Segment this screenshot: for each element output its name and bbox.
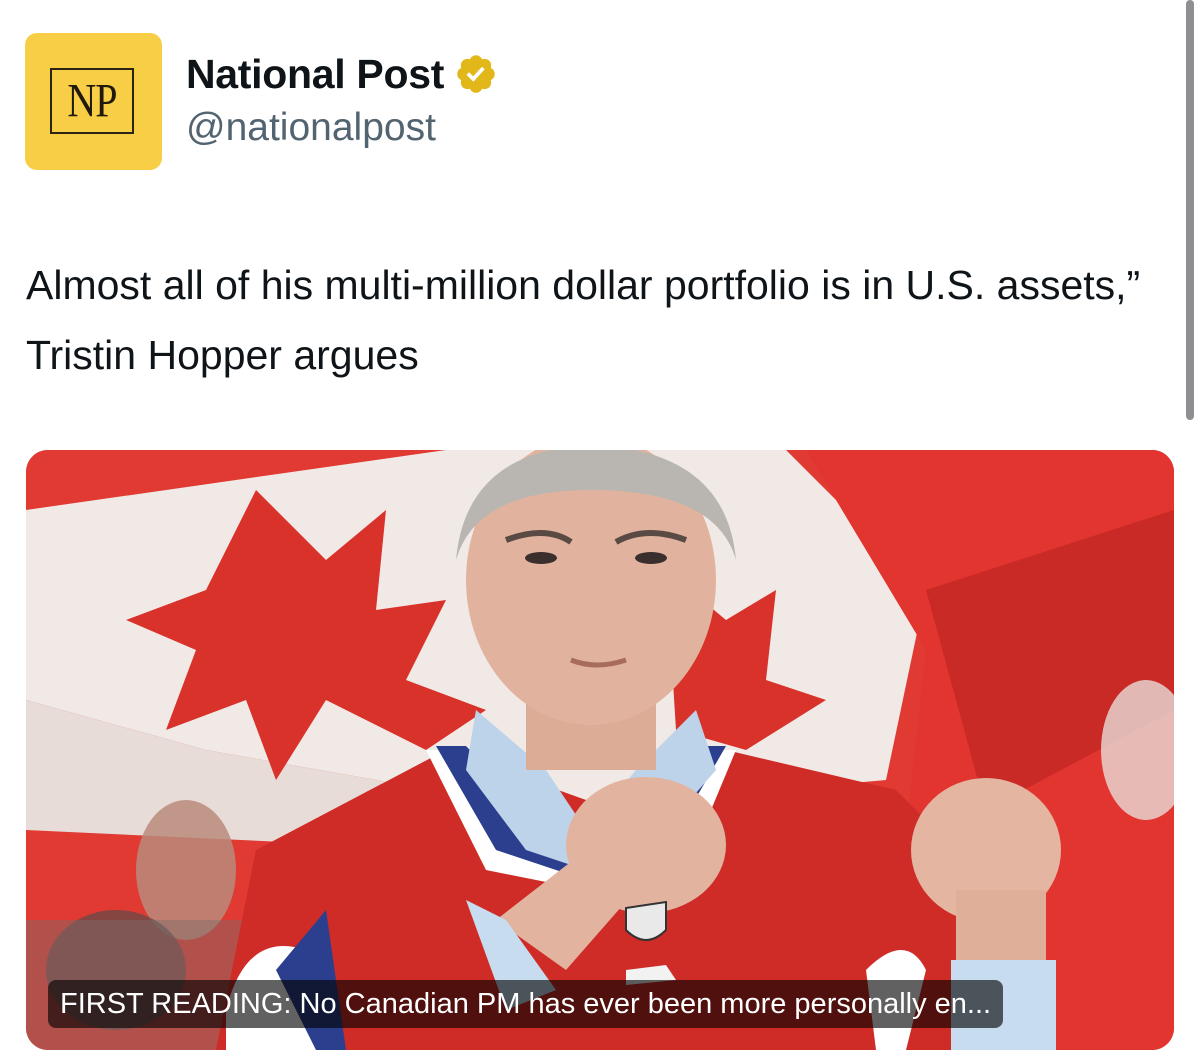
account-display-name[interactable]: National Post [186,51,444,98]
tweet-text: Almost all of his multi-million dollar p… [26,262,1141,378]
account-name-row: National Post [186,46,498,102]
link-preview-image [26,450,1174,1050]
link-preview-card[interactable]: FIRST READING: No Canadian PM has ever b… [26,450,1174,1050]
account-avatar[interactable]: NP [25,33,162,170]
account-handle[interactable]: @nationalpost [186,106,436,150]
avatar-logo-text: NP [67,73,117,128]
scrollbar-thumb[interactable] [1186,0,1194,420]
link-card-title: FIRST READING: No Canadian PM has ever b… [48,980,1004,1028]
avatar-logo-frame: NP [50,68,134,134]
verified-badge-icon [457,55,495,93]
